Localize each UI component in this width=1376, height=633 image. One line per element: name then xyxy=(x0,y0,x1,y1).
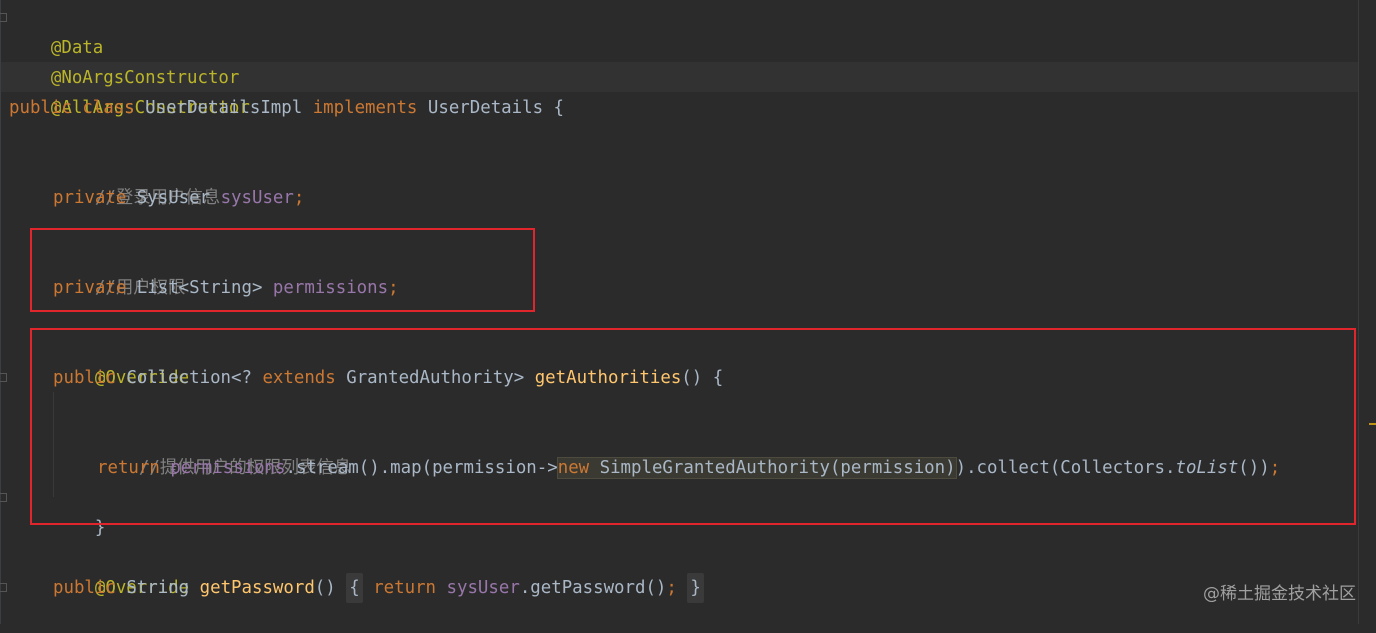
code-editor[interactable]: @Data @NoArgsConstructor @AllArgsConstru… xyxy=(0,0,1376,624)
field-name: sysUser xyxy=(220,188,294,208)
keyword: public xyxy=(53,578,116,598)
keyword: public xyxy=(9,98,72,118)
folded-region-close[interactable]: } xyxy=(687,573,704,603)
error-stripe-marker[interactable] xyxy=(1369,423,1376,425)
right-margin-guide xyxy=(1358,0,1359,624)
highlight-box-get-authorities xyxy=(30,328,1356,525)
code-text: () xyxy=(314,578,336,598)
folded-region-open[interactable]: { xyxy=(346,573,363,603)
semicolon: ; xyxy=(293,188,305,208)
code-line-2[interactable]: @NoArgsConstructor xyxy=(9,33,239,88)
interface-name: UserDetails xyxy=(427,98,544,118)
fold-marker-icon[interactable] xyxy=(0,493,7,502)
fold-marker-icon[interactable] xyxy=(0,373,7,382)
gutter-divider xyxy=(0,0,1,624)
keyword: implements xyxy=(312,98,418,118)
code-line-6[interactable]: //登录用户信息 xyxy=(53,153,220,208)
keyword: private xyxy=(53,188,127,208)
code-line-20[interactable]: public String getPassword() { return sys… xyxy=(53,573,704,603)
code-text: .getPassword() xyxy=(519,578,667,598)
highlight-box-permissions-field xyxy=(30,228,535,312)
code-line-3[interactable]: @AllArgsConstructor xyxy=(9,63,250,118)
code-line-7[interactable]: private SysUser sysUser; xyxy=(53,183,304,213)
fold-marker-icon[interactable] xyxy=(0,583,7,592)
code-line-19[interactable]: @Override xyxy=(53,543,189,598)
keyword: class xyxy=(82,98,135,118)
field-name: sysUser xyxy=(446,578,520,598)
method-name: getPassword xyxy=(199,578,315,598)
semicolon: ; xyxy=(666,578,677,598)
type-name: String xyxy=(126,578,190,598)
code-line-1[interactable]: @Data xyxy=(9,3,103,58)
code-line-4[interactable]: public class UserDetailsImpl implements … xyxy=(9,93,564,123)
keyword: return xyxy=(373,578,437,598)
type-name: SysUser xyxy=(136,188,211,208)
brace: { xyxy=(553,98,565,118)
watermark: @稀土掘金技术社区 xyxy=(1203,584,1356,604)
fold-marker-icon[interactable] xyxy=(0,13,7,22)
class-name: UserDetailsImpl xyxy=(145,98,303,118)
